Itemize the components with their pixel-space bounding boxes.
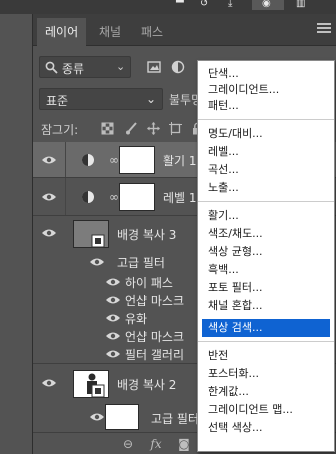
add-mask-icon[interactable]: ◙ (177, 437, 191, 451)
new-adjustment-menu: 단색... 그레이디언트... 패턴... 명도/대비... 레벨... 곡선.… (197, 60, 335, 452)
menu-item-selective-color[interactable]: 선택 색상... (202, 419, 330, 437)
menu-item-photo-filter[interactable]: 포토 필터... (202, 279, 330, 297)
blend-mode-value: 표준 (46, 94, 69, 108)
lock-label: 잠그기: (41, 123, 79, 137)
filter-mask-thumbnail[interactable] (105, 404, 139, 430)
menu-item-pattern[interactable]: 패턴... (202, 97, 330, 115)
visibility-eye-icon[interactable] (41, 155, 57, 165)
adjustment-layer-icon (82, 191, 94, 203)
toolbar-tool-icon[interactable]: ▀ (176, 0, 184, 9)
layer-mask-thumbnail[interactable] (119, 183, 155, 211)
link-layers-icon[interactable]: ⊖ (121, 437, 135, 451)
panel-menu-icon[interactable] (317, 23, 331, 35)
visibility-eye-icon[interactable] (105, 277, 121, 287)
menu-item-levels[interactable]: 레벨... (202, 143, 330, 161)
filter-kind-label: 종류 (62, 62, 85, 76)
filter-name: 필터 갤러리 (125, 348, 185, 362)
visibility-eye-icon[interactable] (105, 349, 121, 359)
layer-mask-thumbnail[interactable] (119, 146, 155, 174)
smart-object-icon (91, 234, 105, 248)
visibility-eye-icon[interactable] (41, 192, 57, 202)
menu-item-posterize[interactable]: 포스터화... (202, 365, 330, 383)
menu-item-hue-saturation[interactable]: 색조/채도... (202, 225, 330, 243)
layer-filter-select[interactable]: 종류 ⌄ (39, 56, 131, 78)
menu-separator (198, 341, 334, 342)
visibility-eye-icon[interactable] (105, 313, 121, 323)
filter-name: 언샵 마스크 (125, 294, 185, 308)
smart-filters-label: 고급 필터 (151, 412, 199, 426)
layer-name[interactable]: 활기 1 (163, 152, 197, 169)
layer-name[interactable]: 배경 복사 3 (117, 226, 176, 243)
divider (65, 178, 66, 215)
filter-row: 종류 ⌄ (39, 56, 203, 78)
menu-item-channel-mixer[interactable]: 채널 혼합... (202, 297, 330, 315)
menu-item-color-balance[interactable]: 색상 균형... (202, 243, 330, 261)
filter-name: 하이 패스 (125, 276, 173, 290)
filter-name: 유화 (125, 312, 148, 326)
image-filter-icon[interactable] (147, 60, 161, 74)
lock-position-move-icon[interactable] (147, 122, 160, 135)
visibility-eye-icon[interactable] (41, 378, 57, 388)
menu-item-brightness-contrast[interactable]: 명도/대비... (202, 125, 330, 143)
toolbar-download-icon[interactable]: ⤓ (228, 0, 232, 9)
menu-item-color-lookup[interactable]: 색상 검색... (202, 319, 330, 337)
menu-item-vibrance[interactable]: 활기... (202, 207, 330, 225)
lock-artboard-icon[interactable] (169, 122, 182, 135)
tab-channels[interactable]: 채널 (91, 18, 129, 46)
search-icon (45, 61, 58, 74)
link-chain-icon[interactable]: ∞ (109, 190, 119, 204)
tab-paths[interactable]: 패스 (133, 18, 171, 46)
toolbar-link-icon[interactable]: ↺ (200, 0, 208, 9)
smart-object-icon (91, 384, 105, 398)
toolbar-trash-icon[interactable]: ▥ (296, 0, 305, 9)
layer-name[interactable]: 배경 복사 2 (117, 376, 176, 393)
visibility-eye-icon[interactable] (105, 331, 121, 341)
visibility-eye-icon[interactable] (89, 257, 105, 267)
smart-filters-label: 고급 필터 (117, 256, 165, 270)
menu-item-threshold[interactable]: 한계값... (202, 383, 330, 401)
link-chain-icon[interactable]: ∞ (109, 153, 119, 167)
fx-icon[interactable]: fx (149, 437, 163, 451)
filter-name: 언샵 마스크 (125, 330, 185, 344)
menu-item-gradient-map[interactable]: 그레이디언트 맵... (202, 401, 330, 419)
menu-item-black-white[interactable]: 흑백... (202, 261, 330, 279)
lock-pixels-brush-icon[interactable] (125, 122, 138, 135)
top-toolbar-strip: ▀ ↺ ⤓ ◉ ▥ (0, 0, 336, 14)
blend-mode-select[interactable]: 표준 ⌄ (39, 88, 163, 110)
toolbar-eye-icon[interactable]: ◉ (262, 0, 271, 9)
adjustment-filter-icon[interactable] (171, 60, 185, 74)
chevron-down-icon: ⌄ (146, 92, 157, 106)
tab-layers[interactable]: 레이어 (37, 18, 87, 46)
layer-name[interactable]: 레벨 1 (163, 189, 197, 206)
divider (65, 142, 66, 177)
visibility-eye-icon[interactable] (89, 412, 105, 422)
menu-item-exposure[interactable]: 노출... (202, 179, 330, 197)
chevron-down-icon: ⌄ (116, 60, 126, 73)
adjustment-layer-icon (82, 154, 94, 166)
lock-transparent-icon[interactable] (101, 122, 114, 135)
menu-item-invert[interactable]: 반전 (202, 347, 330, 365)
menu-separator (198, 201, 334, 202)
menu-item-curves[interactable]: 곡선... (202, 161, 330, 179)
menu-separator (198, 119, 334, 120)
panel-tabbar: 레이어 채널 패스 (33, 14, 336, 46)
visibility-eye-icon[interactable] (105, 295, 121, 305)
visibility-eye-icon[interactable] (41, 228, 57, 238)
